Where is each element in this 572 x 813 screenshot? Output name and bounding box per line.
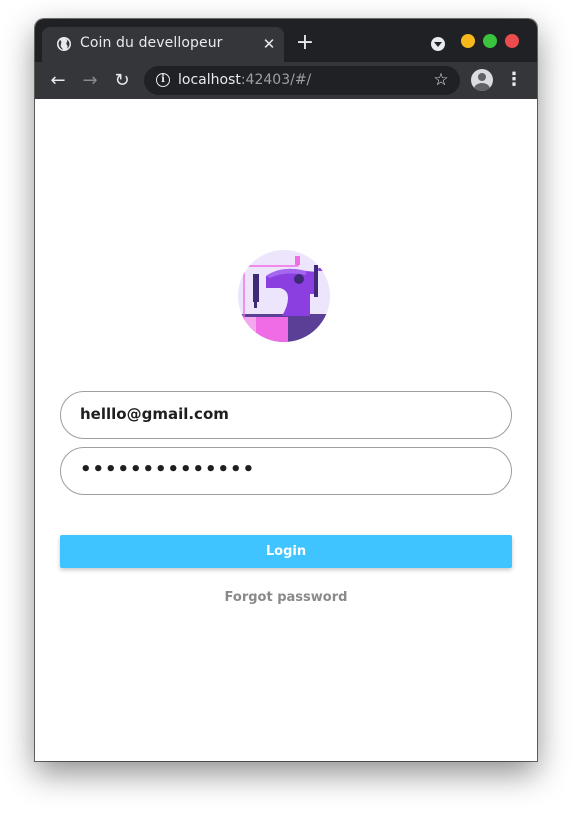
globe-icon — [57, 37, 71, 51]
forward-arrow-icon[interactable]: → — [80, 71, 100, 91]
info-icon[interactable]: i — [156, 73, 170, 87]
address-bar[interactable]: i localhost:42403/#/ ☆ — [144, 66, 460, 95]
sewing-machine-logo — [238, 250, 330, 342]
plus-icon[interactable]: + — [294, 32, 316, 54]
close-icon[interactable]: ✕ — [261, 36, 277, 52]
login-button[interactable]: Login — [60, 535, 512, 568]
email-field[interactable]: helllo@gmail.com — [60, 391, 512, 439]
kebab-menu-icon[interactable]: ⋮ — [505, 70, 523, 90]
email-value: helllo@gmail.com — [80, 405, 229, 423]
maximize-button[interactable] — [483, 34, 497, 48]
url-host: localhost — [178, 72, 241, 88]
url-text[interactable]: localhost:42403/#/ — [178, 72, 311, 88]
profile-icon[interactable] — [471, 69, 493, 91]
star-icon[interactable]: ☆ — [432, 70, 450, 90]
reload-icon[interactable]: ↻ — [112, 71, 132, 91]
window-close-button[interactable] — [505, 34, 519, 48]
browser-tab[interactable]: Coin du devellopeur ✕ — [42, 27, 284, 62]
password-field[interactable]: •••••••••••••• — [60, 447, 512, 495]
browser-toolbar: ← → ↻ i localhost:42403/#/ ☆ ⋮ — [35, 62, 537, 99]
back-arrow-icon[interactable]: ← — [48, 71, 68, 91]
browser-window: Coin du devellopeur ✕ + ← → ↻ i localhos… — [35, 19, 537, 761]
tab-search-icon[interactable] — [431, 37, 445, 51]
tab-title: Coin du devellopeur — [80, 35, 223, 51]
minimize-button[interactable] — [461, 34, 475, 48]
page-content: helllo@gmail.com •••••••••••••• Login Fo… — [35, 99, 537, 761]
tab-strip: Coin du devellopeur ✕ + — [35, 19, 537, 62]
url-path: :42403/#/ — [240, 72, 312, 88]
password-value: •••••••••••••• — [80, 459, 256, 480]
forgot-password-link[interactable]: Forgot password — [35, 590, 537, 605]
